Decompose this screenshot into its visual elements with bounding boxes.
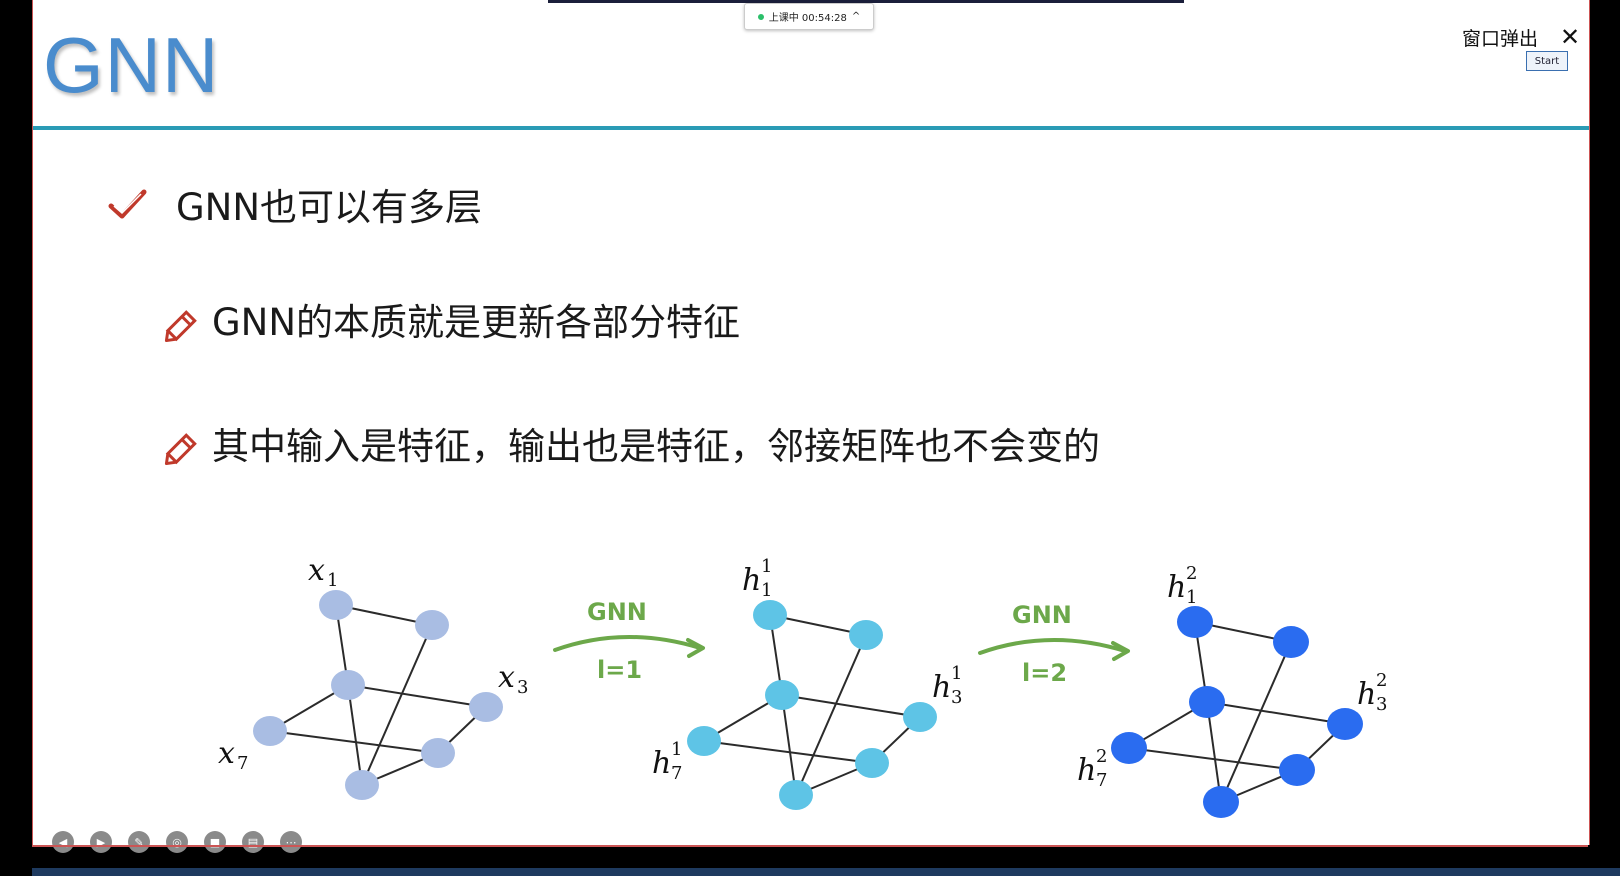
node-label-n7-sub: 7 — [1096, 770, 1107, 791]
graph-node — [687, 726, 721, 756]
node-label-n7-sup: 2 — [1096, 746, 1107, 767]
live-dot-icon — [757, 13, 764, 20]
graph-node — [1327, 708, 1363, 740]
pen-icon[interactable]: ✎ — [128, 831, 150, 853]
gnn-arrow-1: GNN l=1 — [553, 598, 705, 684]
node-label-n3-sub: 3 — [1376, 694, 1387, 715]
presentation-toolbar: ◀ ▶ ✎ ◎ ■ ▤ ⋯ — [52, 830, 302, 854]
close-icon[interactable]: ✕ — [1552, 19, 1589, 55]
graph-edge — [347, 684, 487, 708]
node-label-n7: x — [218, 736, 235, 771]
screenshot-icon[interactable]: ◎ — [166, 831, 188, 853]
node-label-n3-sub: 3 — [517, 677, 528, 698]
graph-node — [319, 590, 353, 620]
node-label-n3-sub: 3 — [951, 687, 962, 708]
arrow-label-top: GNN — [587, 598, 647, 626]
timer-label: 上课中 00:54:28 — [768, 13, 847, 24]
class-timer[interactable]: 上课中 00:54:28 ^ — [744, 3, 874, 30]
graph-edge — [347, 684, 363, 786]
node-label-n1-sub: 1 — [327, 570, 338, 591]
node-label-n1-sup: 1 — [761, 556, 772, 577]
next-icon[interactable]: ▶ — [90, 831, 112, 853]
graph-node — [331, 670, 365, 700]
node-label-n1-sub: 1 — [1186, 587, 1197, 608]
node-label-n1: h — [1167, 570, 1186, 605]
node-label-n7-sub: 7 — [671, 763, 682, 784]
more-icon[interactable]: ⋯ — [280, 831, 302, 853]
gnn-layers-diagram: x 1x 3x 7h 11h 31h 71h 12h 32h 72 GNNl=1GNNl=2 — [218, 553, 1387, 818]
node-label-n7-sub: 7 — [237, 753, 248, 774]
node-label-n3: h — [932, 670, 951, 705]
arrow-label-bottom: l=2 — [1022, 659, 1067, 687]
node-label-n3: h — [1357, 677, 1376, 712]
graph-node — [469, 692, 503, 722]
graph-node — [1177, 606, 1213, 638]
popout-button[interactable]: 窗口弹出 — [1462, 24, 1538, 51]
node-label-n7-sup: 1 — [671, 739, 682, 760]
graph-1: x 1x 3x 7 — [218, 553, 528, 800]
graph-node — [849, 620, 883, 650]
status-strip — [32, 868, 1620, 876]
camera-icon[interactable]: ■ — [204, 831, 226, 853]
graph-edge — [1206, 701, 1346, 725]
chevron-up-icon: ^ — [851, 11, 861, 22]
graph-node — [855, 748, 889, 778]
node-label-n1-sup: 2 — [1186, 563, 1197, 584]
graph-node — [421, 738, 455, 768]
node-label-n7: h — [1077, 753, 1096, 788]
node-label-n3: x — [498, 660, 515, 695]
graph-node — [1203, 786, 1239, 818]
graph-node — [1279, 754, 1315, 786]
graph-node — [765, 680, 799, 710]
graph-node — [1273, 626, 1309, 658]
graph-edge — [781, 694, 797, 796]
node-label-n7: h — [652, 746, 671, 781]
node-label-n1: x — [308, 553, 325, 588]
graph-node — [1111, 732, 1147, 764]
graph-edge — [781, 694, 921, 718]
graph-node — [415, 610, 449, 640]
gnn-arrow-2: GNN l=2 — [978, 601, 1130, 687]
graph-node — [1189, 686, 1225, 718]
graph-node — [779, 780, 813, 810]
graph-node — [253, 716, 287, 746]
graph-node — [345, 770, 379, 800]
arrow-label-top: GNN — [1012, 601, 1072, 629]
graph-node — [753, 600, 787, 630]
node-label-n1-sub: 1 — [761, 580, 772, 601]
node-label-n1: h — [742, 563, 761, 598]
graph-node — [903, 702, 937, 732]
slide-bottom-border — [32, 845, 1588, 847]
chat-icon[interactable]: ▤ — [242, 831, 264, 853]
start-button[interactable]: Start — [1526, 51, 1568, 71]
graph-3: h 12h 32h 72 — [1077, 563, 1387, 818]
arrow-label-bottom: l=1 — [597, 656, 642, 684]
prev-icon[interactable]: ◀ — [52, 831, 74, 853]
node-label-n3-sup: 1 — [951, 663, 962, 684]
graph-2: h 11h 31h 71 — [652, 556, 962, 810]
node-label-n3-sup: 2 — [1376, 670, 1387, 691]
